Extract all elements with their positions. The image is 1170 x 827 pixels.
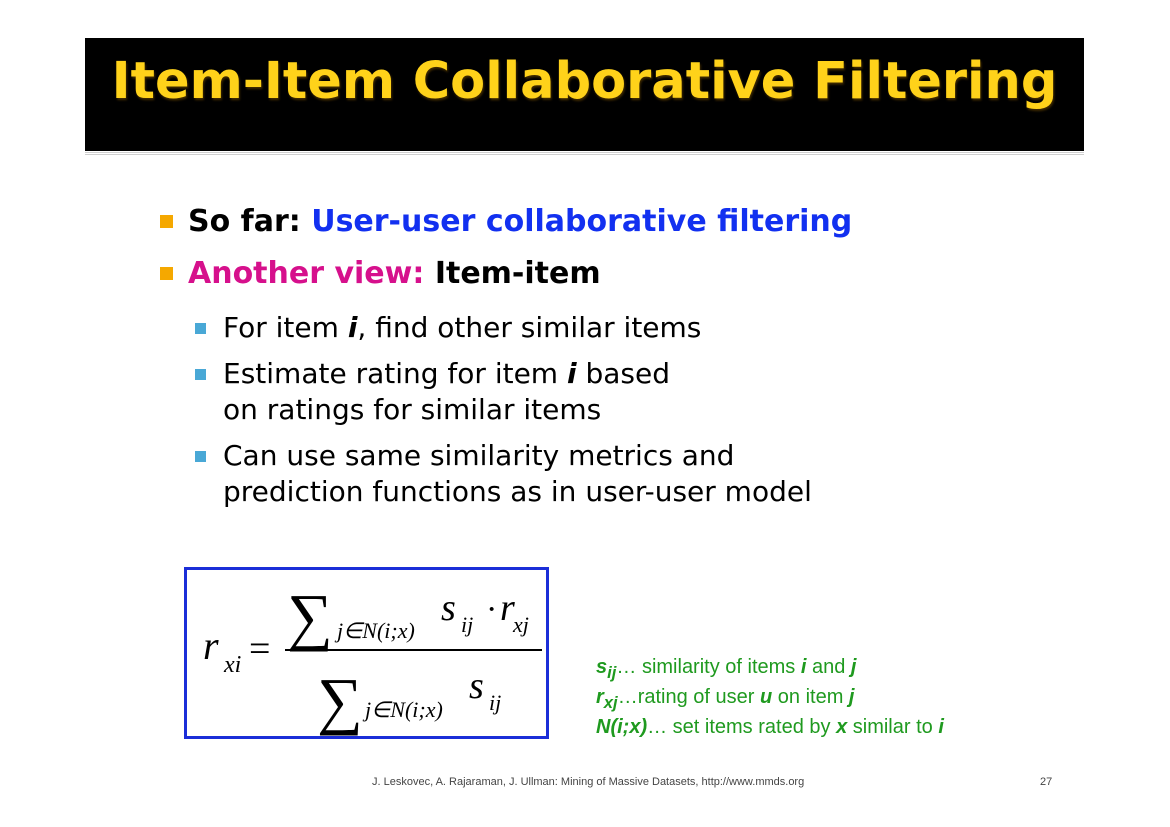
- formula-num-sum: ∑: [287, 581, 333, 652]
- bullet-list: So far: User-user collaborative filterin…: [160, 196, 1100, 510]
- formula-den-index: j∈N(i;x): [362, 697, 443, 722]
- formula-den-s: s: [469, 665, 484, 707]
- legend-line-rating: rxj…rating of user u on item j: [596, 685, 944, 715]
- formula-num-s-sub: ij: [461, 612, 473, 637]
- legend-text: similar to: [847, 716, 939, 738]
- subbullet-square-icon: [195, 323, 206, 334]
- bullet-another-view-rest: Item-item: [434, 256, 601, 291]
- bullet-square-icon: [160, 267, 173, 280]
- prediction-formula: r xi = ∑ j∈N(i;x) s ij · r xj ∑ j∈N(i;x)…: [203, 581, 542, 736]
- formula-dot: ·: [486, 591, 497, 628]
- bullet-so-far: So far: User-user collaborative filterin…: [160, 196, 1100, 248]
- page-number: 27: [1040, 776, 1053, 788]
- bullet-square-icon: [160, 215, 173, 228]
- subbullet-text: Estimate rating for item: [223, 357, 567, 390]
- legend-text: … similarity of items: [616, 656, 801, 678]
- legend-line-neighborhood: N(i;x)… set items rated by x similar to …: [596, 715, 944, 740]
- legend-var: x: [836, 716, 848, 738]
- bullet-so-far-prefix: So far:: [188, 204, 312, 239]
- legend-var: u: [760, 686, 773, 708]
- subbullet-var: i: [566, 357, 577, 390]
- formula-num-s: s: [441, 587, 456, 629]
- subbullet-var: i: [347, 311, 358, 344]
- legend-text: and: [806, 656, 851, 678]
- formula-lhs-sub: xi: [223, 652, 241, 678]
- formula-legend: sij… similarity of items i and j rxj…rat…: [596, 655, 944, 740]
- subbullet-text: based: [576, 357, 671, 390]
- subbullet-find-similar: For item i, find other similar items: [195, 310, 1100, 346]
- legend-var: N(i;x): [596, 716, 648, 738]
- subbullet-text: Can use same similarity metrics and: [223, 439, 735, 472]
- formula-den-s-sub: ij: [489, 690, 501, 715]
- legend-var: j: [850, 656, 857, 678]
- formula-lhs: r: [203, 623, 219, 668]
- subbullet-text: prediction functions as in user-user mod…: [223, 475, 812, 508]
- formula-equals: =: [249, 628, 270, 670]
- bullet-so-far-highlight: User-user collaborative filtering: [311, 204, 853, 239]
- subbullet-square-icon: [195, 451, 206, 462]
- subbullet-square-icon: [195, 369, 206, 380]
- legend-sub: xj: [603, 693, 618, 712]
- legend-line-similarity: sij… similarity of items i and j: [596, 655, 944, 685]
- formula-num-r-sub: xj: [512, 612, 529, 637]
- subbullet-estimate: Estimate rating for item i based on rati…: [195, 356, 1100, 428]
- legend-var: r: [596, 686, 604, 708]
- formula-num-index: j∈N(i;x): [334, 618, 415, 643]
- legend-sub: ij: [607, 663, 617, 682]
- slide-title: Item-Item Collaborative Filtering: [111, 52, 1058, 111]
- legend-text: on item: [772, 686, 849, 708]
- subbullet-text: , find other similar items: [357, 311, 702, 344]
- formula-box: r xi = ∑ j∈N(i;x) s ij · r xj ∑ j∈N(i;x)…: [184, 567, 549, 739]
- subbullet-text: For item: [223, 311, 348, 344]
- legend-var: i: [938, 716, 944, 738]
- legend-var: j: [848, 686, 855, 708]
- legend-text: …rating of user: [617, 686, 760, 708]
- subbullet-same-metrics: Can use same similarity metrics and pred…: [195, 438, 1100, 510]
- legend-text: … set items rated by: [647, 716, 837, 738]
- title-divider: [85, 152, 1084, 155]
- bullet-another-view-prefix: Another view:: [188, 256, 435, 291]
- legend-var: s: [596, 656, 608, 678]
- bullet-another-view: Another view: Item-item: [160, 248, 1100, 300]
- slide-footer: J. Leskovec, A. Rajaraman, J. Ullman: Mi…: [372, 776, 805, 788]
- formula-den-sum: ∑: [317, 665, 363, 736]
- subbullet-text: on ratings for similar items: [223, 393, 602, 426]
- title-bar: Item-Item Collaborative Filtering: [85, 38, 1084, 151]
